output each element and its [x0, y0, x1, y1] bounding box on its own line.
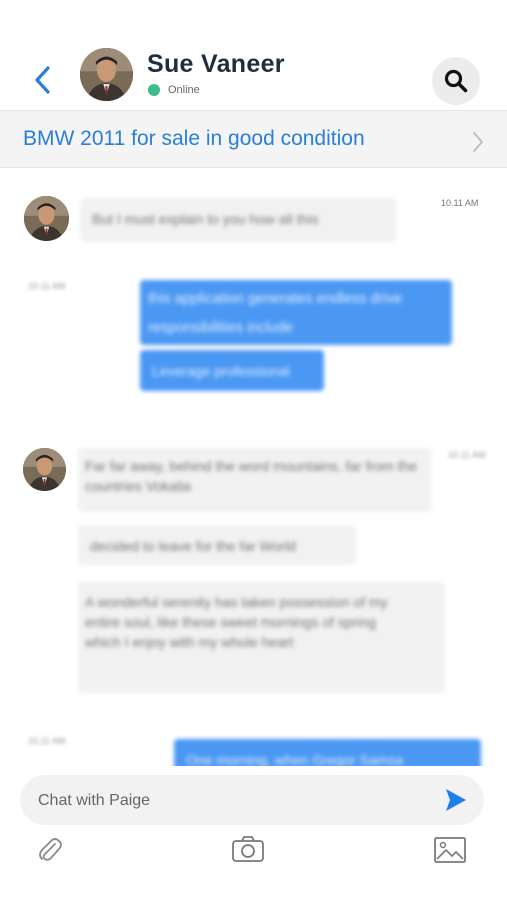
message-list[interactable]: But I must explain to you how all this 1… — [0, 168, 507, 766]
listing-title: BMW 2011 for sale in good condition — [23, 127, 365, 150]
message-timestamp: 10.11 AM — [448, 450, 486, 460]
chevron-right-icon — [473, 132, 483, 152]
message-composer — [0, 766, 507, 900]
message-bubble-outgoing[interactable]: One morning, when Gregor Samsa — [174, 739, 481, 766]
listing-topic-bar[interactable]: BMW 2011 for sale in good condition — [0, 110, 507, 168]
search-icon — [444, 69, 468, 93]
message-bubble-incoming[interactable]: But I must explain to you how all this — [80, 198, 396, 242]
contact-name: Sue Vaneer — [147, 50, 285, 78]
status-text: Online — [168, 84, 200, 96]
chat-header: Sue Vaneer Online — [0, 0, 507, 110]
contact-avatar[interactable] — [80, 48, 133, 101]
search-button[interactable] — [432, 57, 480, 105]
sender-avatar — [23, 448, 66, 491]
online-status-dot — [148, 84, 160, 96]
message-timestamp: 10.11 AM — [28, 281, 66, 291]
paperclip-icon[interactable] — [35, 836, 63, 864]
message-bubble-outgoing[interactable]: Leverage professional — [140, 350, 324, 391]
message-input-container[interactable] — [20, 775, 484, 825]
message-bubble-incoming[interactable]: A wonderful serenity has taken possessio… — [78, 582, 445, 693]
chevron-left-icon — [35, 66, 50, 94]
image-icon[interactable] — [433, 836, 467, 864]
message-bubble-outgoing[interactable]: this application generates endless drive… — [140, 280, 452, 345]
sender-avatar — [24, 196, 69, 241]
back-button[interactable] — [30, 62, 58, 98]
message-timestamp: 10.11 AM — [441, 198, 479, 208]
message-input[interactable] — [36, 783, 420, 819]
presence-status: Online — [148, 84, 200, 96]
message-bubble-incoming[interactable]: Far far away, behind the word mountains,… — [78, 448, 431, 512]
message-bubble-incoming[interactable]: decided to leave for the far World — [78, 525, 356, 565]
camera-icon[interactable] — [231, 835, 265, 863]
send-icon[interactable] — [444, 787, 468, 813]
message-timestamp: 10.11 AM — [28, 736, 66, 746]
